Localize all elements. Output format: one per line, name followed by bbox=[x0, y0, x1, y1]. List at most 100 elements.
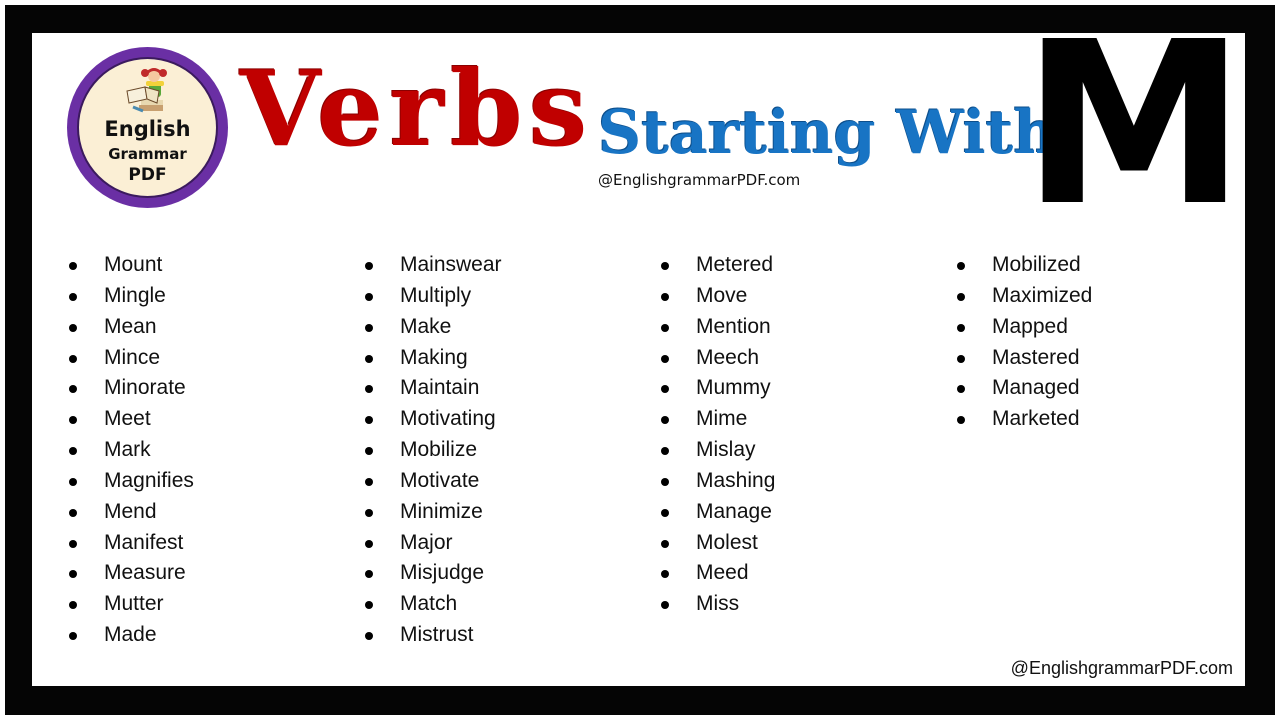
verb-text: Making bbox=[400, 345, 468, 369]
title-letter: M bbox=[1022, 33, 1245, 256]
verb-list-item: Motivating bbox=[361, 404, 502, 435]
verb-text: Meet bbox=[104, 407, 151, 431]
verb-text: Mummy bbox=[696, 376, 771, 400]
verb-text: Metered bbox=[696, 253, 774, 276]
verb-list-item: Mobilized bbox=[953, 250, 1092, 281]
bullet-icon bbox=[661, 539, 669, 548]
verb-text: Maximized bbox=[992, 283, 1093, 307]
verb-column-4: Mobilized Maximized Mapped Mastered Managed M… bbox=[953, 250, 1092, 435]
bullet-icon bbox=[365, 477, 373, 486]
verb-text: Mean bbox=[104, 314, 157, 338]
bullet-icon bbox=[365, 508, 373, 517]
bullet-icon bbox=[661, 508, 669, 517]
verb-list-item: Mingle bbox=[65, 281, 194, 312]
verb-text: Motivating bbox=[400, 407, 496, 431]
bullet-icon bbox=[365, 385, 373, 394]
verb-list-item: Magnifies bbox=[65, 466, 194, 497]
bullet-icon bbox=[69, 354, 77, 363]
bullet-icon bbox=[661, 292, 669, 301]
verb-list-item: Made bbox=[65, 620, 194, 651]
verb-text: Manifest bbox=[104, 530, 184, 554]
bullet-icon bbox=[69, 601, 77, 610]
verb-text: Mobilized bbox=[992, 253, 1081, 276]
verb-list-item: Maintain bbox=[361, 373, 502, 404]
verb-text: Motivate bbox=[400, 468, 480, 492]
bullet-icon bbox=[365, 323, 373, 332]
verb-text: Mince bbox=[104, 345, 161, 369]
verb-list-item: Move bbox=[657, 281, 775, 312]
bullet-icon bbox=[661, 447, 669, 456]
bullet-icon bbox=[365, 632, 373, 641]
bullet-icon bbox=[365, 416, 373, 425]
verb-text: Mount bbox=[104, 253, 163, 276]
verb-list-item: Mainswear bbox=[361, 250, 502, 281]
poster-canvas: English Grammar PDF Verbs Starting With … bbox=[32, 33, 1245, 686]
logo-badge: English Grammar PDF bbox=[79, 59, 216, 196]
bullet-icon bbox=[365, 570, 373, 579]
verb-text: Multiply bbox=[400, 283, 472, 307]
verb-list-item: Metered bbox=[657, 250, 775, 281]
verb-list-item: Mistrust bbox=[361, 620, 502, 651]
bullet-icon bbox=[365, 262, 373, 270]
verb-list-item: Making bbox=[361, 343, 502, 374]
bullet-icon bbox=[69, 570, 77, 579]
bullet-icon bbox=[69, 477, 77, 486]
verb-text: Mention bbox=[696, 314, 771, 338]
verb-list-item: Mount bbox=[65, 250, 194, 281]
verb-list-item: Motivate bbox=[361, 466, 502, 497]
verb-text: Minimize bbox=[400, 499, 483, 523]
logo-text-english: English bbox=[104, 117, 191, 141]
verb-list-item: Multiply bbox=[361, 281, 502, 312]
verb-text: Move bbox=[696, 283, 748, 307]
bullet-icon bbox=[69, 539, 77, 548]
verb-text: Mastered bbox=[992, 345, 1080, 369]
verb-text: Make bbox=[400, 314, 452, 338]
verb-text: Meed bbox=[696, 561, 749, 585]
verb-list-item: Match bbox=[361, 589, 502, 620]
girl-reading-icon bbox=[126, 68, 167, 113]
verb-list-item: Mobilize bbox=[361, 435, 502, 466]
verb-list-item: Mastered bbox=[953, 343, 1092, 374]
verb-column-2: Mainswear Multiply Make Making Maintain Motiv… bbox=[361, 250, 502, 651]
title-starting-with: Starting With bbox=[598, 98, 1057, 168]
bullet-icon bbox=[661, 416, 669, 425]
bullet-icon bbox=[957, 262, 965, 270]
verb-list-item: Mention bbox=[657, 312, 775, 343]
verb-text: Managed bbox=[992, 376, 1080, 400]
verb-list-item: Miss bbox=[657, 589, 775, 620]
bullet-icon bbox=[365, 292, 373, 301]
verb-text: Miss bbox=[696, 592, 740, 616]
verb-list-item: Major bbox=[361, 528, 502, 559]
bullet-icon bbox=[365, 447, 373, 456]
bullet-icon bbox=[957, 292, 965, 301]
verb-text: Magnifies bbox=[104, 468, 194, 492]
verb-text: Maintain bbox=[400, 376, 480, 400]
verb-text: Mend bbox=[104, 499, 157, 523]
verb-list-item: Meech bbox=[657, 343, 775, 374]
verb-list-item: Managed bbox=[953, 373, 1092, 404]
verb-list-item: Mince bbox=[65, 343, 194, 374]
verb-list-item: Mime bbox=[657, 404, 775, 435]
bullet-icon bbox=[957, 385, 965, 394]
bullet-icon bbox=[661, 262, 669, 270]
verb-text: Marketed bbox=[992, 407, 1080, 431]
bullet-icon bbox=[69, 262, 77, 270]
verb-list-item: Manifest bbox=[65, 528, 194, 559]
verb-text: Manage bbox=[696, 499, 772, 523]
verb-text: Mapped bbox=[992, 314, 1068, 338]
verb-text: Mislay bbox=[696, 438, 756, 462]
bullet-icon bbox=[69, 385, 77, 394]
verb-text: Meech bbox=[696, 345, 760, 369]
verb-list-item: Mashing bbox=[657, 466, 775, 497]
title-verbs: Verbs bbox=[240, 47, 594, 170]
title-website-handle: @EnglishgrammarPDF.com bbox=[598, 171, 803, 189]
bullet-icon bbox=[69, 632, 77, 641]
verb-list-item: Maximized bbox=[953, 281, 1092, 312]
verb-text: Mashing bbox=[696, 468, 776, 492]
verb-list-item: Meet bbox=[65, 404, 194, 435]
verb-list-item: Marketed bbox=[953, 404, 1092, 435]
verb-text: Match bbox=[400, 592, 458, 616]
verb-text: Mobilize bbox=[400, 438, 478, 462]
verb-text: Mainswear bbox=[400, 253, 502, 276]
logo-text-pdf: PDF bbox=[128, 165, 167, 185]
